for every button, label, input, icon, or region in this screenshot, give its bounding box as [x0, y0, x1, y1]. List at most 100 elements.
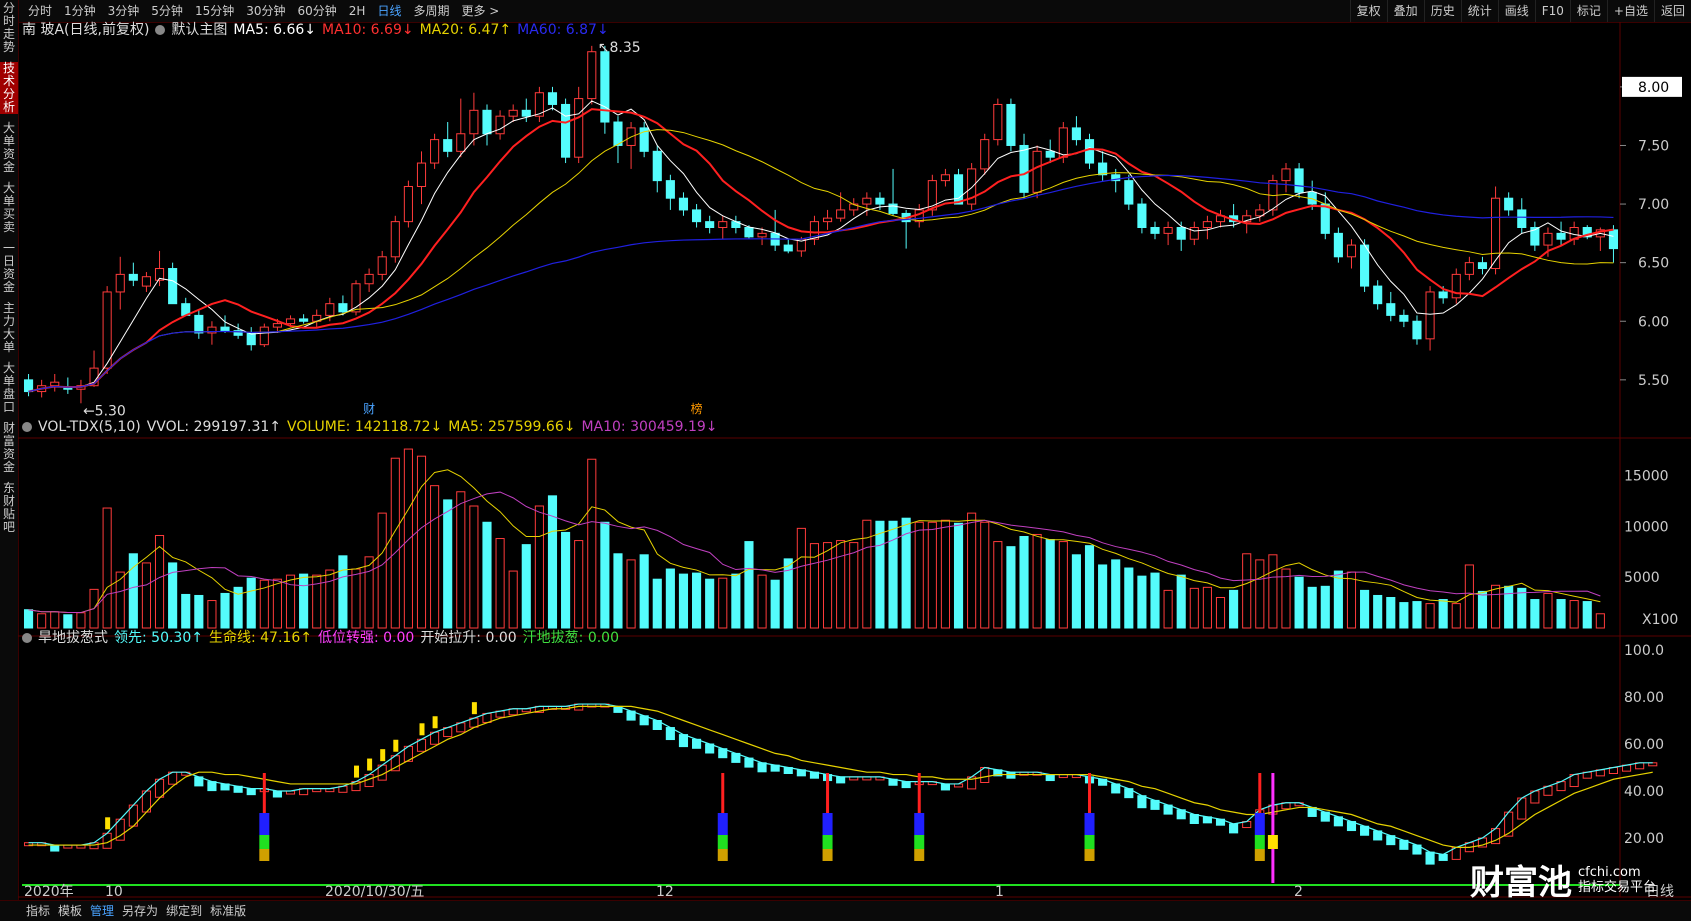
- volume-bar: [1215, 597, 1226, 629]
- candle-body: [1071, 127, 1081, 141]
- ma5-line: [28, 100, 1614, 393]
- settings-circle-icon[interactable]: [155, 25, 166, 35]
- signal-red: [826, 773, 830, 813]
- life-label: 生命线: 47.16↑: [208, 630, 312, 646]
- volume-bar: [1438, 599, 1448, 629]
- volume-bar: [1346, 571, 1357, 629]
- ma10-label: MA10: 6.69↓: [322, 22, 414, 38]
- candle-body: [23, 379, 34, 393]
- candle-body: [940, 174, 950, 182]
- candle-body: [338, 303, 348, 313]
- volume-bar: [652, 578, 662, 629]
- candle-body: [665, 180, 675, 199]
- volume-bar: [246, 577, 256, 629]
- main-indicator-name[interactable]: 默认主图: [171, 21, 227, 39]
- bottom-tab-1[interactable]: 模板: [54, 901, 86, 921]
- candle-body: [875, 197, 885, 205]
- indicator-bar: [272, 790, 282, 798]
- volume-bar: [665, 568, 675, 629]
- candle-body: [1084, 139, 1095, 164]
- bottom-tab-4[interactable]: 绑定到: [162, 901, 206, 921]
- bottom-tab-3[interactable]: 另存为: [118, 901, 162, 921]
- candle-body: [783, 244, 793, 252]
- volume-bar: [443, 499, 453, 629]
- indicator-bar: [1189, 814, 1199, 824]
- candle-body: [1360, 244, 1370, 287]
- candle-body: [718, 221, 728, 228]
- volume-bar: [1307, 586, 1317, 629]
- candle-body: [692, 209, 702, 223]
- volume-bar: [1137, 575, 1147, 629]
- x-axis-label: 2020年: [24, 884, 74, 900]
- volume-bar: [482, 521, 492, 629]
- watermark-brand: 财富池: [1470, 863, 1572, 903]
- indicator-bar: [207, 781, 217, 792]
- ma60-line: [28, 174, 1614, 393]
- bottom-tab-0[interactable]: 指标: [22, 901, 54, 921]
- candle-body: [469, 109, 479, 135]
- volume-bar: [1098, 564, 1108, 629]
- candle-body: [1098, 162, 1108, 176]
- indicator-bar: [1229, 823, 1239, 834]
- volume-bar: [1517, 587, 1527, 629]
- yellow-marker: [393, 739, 399, 752]
- vol-title[interactable]: VOL-TDX(5,10): [38, 418, 141, 436]
- bottom-tab-2[interactable]: 管理: [86, 901, 118, 921]
- volume-bar: [1569, 600, 1579, 629]
- chart-area[interactable]: ↖8.35←5.30财榜 8.007.507.006.506.005.508.0…: [0, 0, 1691, 920]
- signal-gold: [1084, 849, 1095, 861]
- settings-circle-icon[interactable]: [22, 633, 32, 643]
- price-tick-label: 7.50: [1638, 138, 1669, 154]
- candle-body: [1019, 144, 1029, 193]
- ma20-line: [28, 129, 1614, 393]
- bottom-tab-5[interactable]: 标准版: [206, 901, 250, 921]
- volume-bar: [1071, 554, 1081, 629]
- candle-body: [128, 273, 138, 281]
- volume-bar: [836, 540, 846, 629]
- volume-bar: [1058, 541, 1068, 629]
- signal-green: [822, 835, 833, 849]
- volume-bar: [220, 592, 230, 629]
- candle-body: [822, 217, 833, 223]
- volume-bar: [141, 562, 151, 629]
- signal-blue: [822, 813, 833, 835]
- volume-bar: [1268, 554, 1278, 629]
- volume-bar: [770, 579, 780, 629]
- volume-bar: [1333, 570, 1343, 629]
- candle-body: [1425, 291, 1435, 340]
- volume-bar: [927, 521, 937, 629]
- indicator-tick-label: 40.00: [1624, 784, 1664, 800]
- watermark: 财富池 cfchi.com 指标交易平台: [1470, 855, 1656, 904]
- volume-label: VOLUME: 142118.72↓: [287, 419, 443, 435]
- candle-body: [403, 185, 413, 223]
- candle-body: [220, 326, 230, 332]
- volume-bar: [626, 559, 636, 629]
- signal-red: [262, 773, 266, 813]
- ind-title[interactable]: 旱地拔葱式: [38, 629, 108, 647]
- candle-body: [1608, 229, 1619, 250]
- bottom-toolbar: 指标 模板 管理 另存为 绑定到 标准版: [0, 900, 1691, 921]
- indicator-bar: [1425, 851, 1435, 865]
- candle-body: [1464, 262, 1474, 275]
- indicator-tick-label: 20.00: [1624, 831, 1664, 847]
- settings-circle-icon[interactable]: [22, 422, 32, 432]
- volume-bar: [338, 555, 348, 629]
- candle-body: [1202, 221, 1212, 228]
- candle-body: [1176, 227, 1186, 240]
- x-axis-label: 2020/10/30/五: [325, 884, 424, 900]
- volume-bar: [1399, 602, 1409, 629]
- volume-bar: [325, 569, 335, 629]
- candle-body: [1438, 291, 1448, 299]
- volume-bar: [1229, 589, 1239, 629]
- vol-ma10-label: MA10: 300459.19↓: [581, 419, 718, 435]
- candle-body: [115, 273, 125, 293]
- volume-bar: [639, 554, 649, 629]
- volume-bar: [980, 521, 990, 629]
- candle-body: [430, 139, 440, 164]
- candle-body: [1006, 103, 1016, 146]
- indicator-bar: [246, 788, 256, 796]
- candle-body: [390, 221, 400, 258]
- volume-bar: [1189, 587, 1199, 629]
- volume-bar: [718, 577, 728, 629]
- volume-bar: [796, 527, 806, 629]
